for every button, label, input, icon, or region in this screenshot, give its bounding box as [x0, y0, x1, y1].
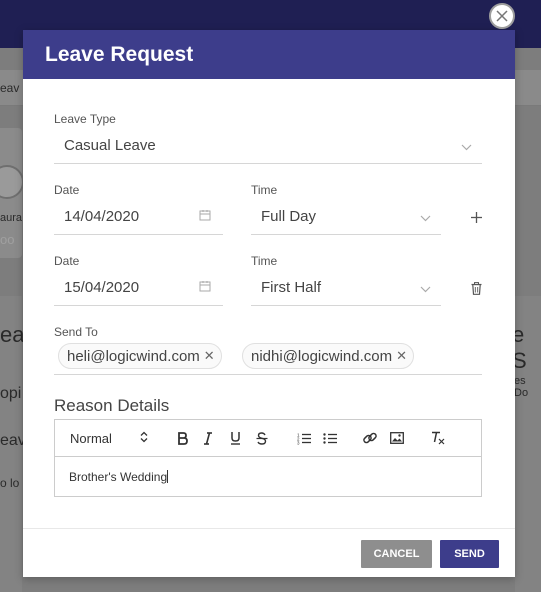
recipient-chip[interactable]: heli@logicwind.com ✕ — [58, 343, 222, 369]
link-icon[interactable] — [361, 428, 379, 448]
leave-request-modal: Leave Request Leave Type Casual Leave Da… — [23, 30, 515, 577]
send-to-underline — [54, 374, 482, 375]
editor-toolbar: Normal 123 — [55, 420, 481, 457]
underline-button[interactable] — [226, 428, 244, 448]
close-modal-button[interactable] — [489, 3, 515, 29]
date-input[interactable]: 15/04/2020 — [64, 279, 139, 296]
svg-text:3: 3 — [297, 440, 300, 445]
chevron-down-icon[interactable] — [418, 282, 432, 296]
remove-recipient-icon[interactable]: ✕ — [396, 348, 407, 364]
leave-type-select[interactable]: Casual Leave — [64, 137, 156, 154]
time-underline — [251, 305, 441, 306]
trash-icon[interactable] — [469, 280, 483, 296]
format-select[interactable]: Normal — [70, 428, 150, 448]
time-select[interactable]: Full Day — [261, 208, 316, 225]
recipient-email: heli@logicwind.com — [67, 347, 200, 365]
leave-type-underline — [54, 163, 482, 164]
time-underline — [251, 234, 441, 235]
app-left-heading: ea — [0, 322, 25, 347]
chevron-down-icon[interactable] — [418, 211, 432, 225]
bullet-list-button[interactable] — [321, 428, 339, 448]
bold-button[interactable] — [173, 428, 191, 448]
date-underline — [54, 305, 223, 306]
leave-type-label: Leave Type — [54, 112, 116, 126]
send-button[interactable]: SEND — [440, 540, 499, 568]
recipient-chip[interactable]: nidhi@logicwind.com ✕ — [242, 343, 415, 369]
date-label: Date — [54, 183, 80, 197]
date-label: Date — [54, 254, 80, 268]
date-underline — [54, 234, 223, 235]
app-left-item: eav — [0, 432, 26, 449]
send-to-label: Send To — [54, 325, 98, 339]
reason-details-title: Reason Details — [54, 396, 170, 415]
italic-button[interactable] — [199, 428, 217, 448]
modal-footer-divider — [23, 528, 515, 529]
text-caret — [167, 470, 169, 483]
close-icon — [496, 10, 508, 22]
reason-text-area[interactable]: Brother's Wedding — [69, 470, 169, 484]
remove-recipient-icon[interactable]: ✕ — [204, 348, 215, 364]
strikethrough-button[interactable] — [253, 428, 271, 448]
app-breadcrumb-text: eav — [0, 81, 20, 95]
time-label: Time — [251, 183, 278, 197]
time-select[interactable]: First Half — [261, 279, 321, 296]
format-select-value: Normal — [70, 430, 112, 446]
app-right-heading: e S — [512, 322, 527, 373]
chevron-down-icon[interactable] — [459, 140, 473, 154]
rich-text-editor: Normal 123 Brother's Wedding — [54, 419, 482, 497]
app-left-item: opi — [0, 385, 22, 402]
time-label: Time — [251, 254, 278, 268]
clear-format-icon[interactable] — [428, 428, 446, 448]
recipient-email: nidhi@logicwind.com — [251, 347, 393, 365]
modal-title: Leave Request — [45, 43, 194, 66]
app-profile-name: aura — [0, 212, 23, 224]
updown-icon — [140, 430, 148, 446]
date-input[interactable]: 14/04/2020 — [64, 208, 139, 225]
modal-header: Leave Request — [23, 30, 515, 79]
image-icon[interactable] — [388, 428, 406, 448]
calendar-icon[interactable] — [198, 208, 212, 222]
app-profile-sub: oo — [0, 232, 15, 247]
reason-text: Brother's Wedding — [69, 470, 168, 484]
cancel-button[interactable]: CANCEL — [361, 540, 432, 568]
calendar-icon[interactable] — [198, 279, 212, 293]
plus-icon[interactable] — [468, 209, 484, 225]
ordered-list-button[interactable]: 123 — [295, 428, 313, 448]
app-left-item: o lo — [0, 476, 20, 490]
app-right-sub: es Do — [514, 375, 529, 399]
